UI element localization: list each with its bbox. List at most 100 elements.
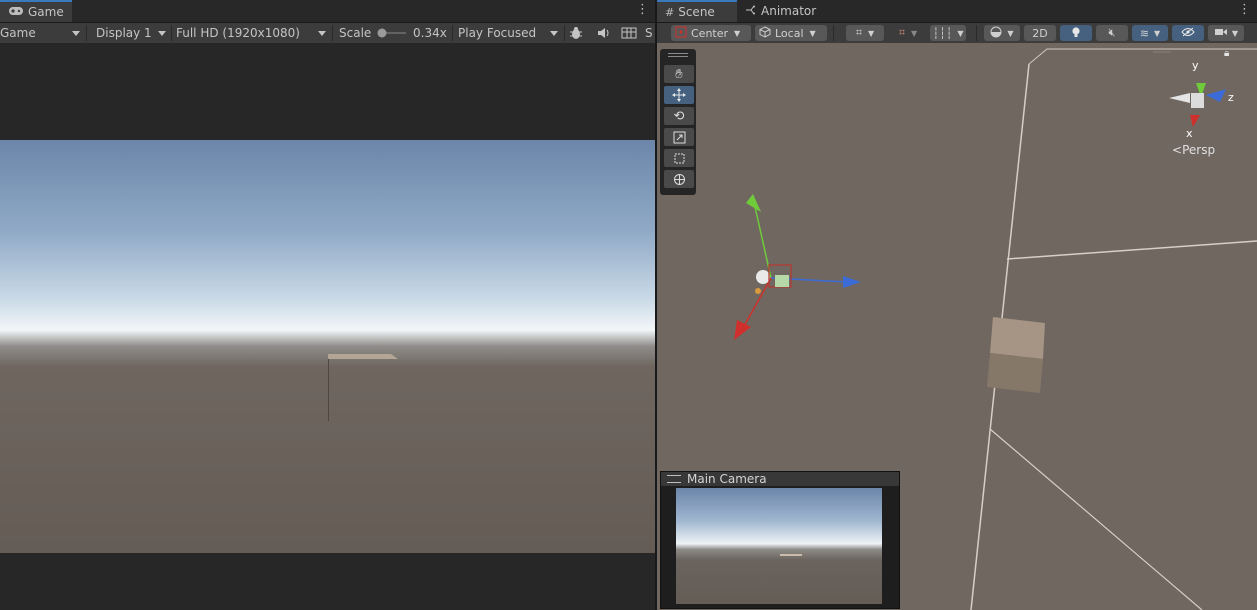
tab-animator[interactable]: Animator [737,0,824,22]
animator-icon [745,5,757,18]
shading-sphere-icon [990,26,1002,41]
camera-preview-render [676,488,882,604]
play-mode-dropdown[interactable]: Play Focused [454,23,562,43]
orient-neg-x-cone [1169,93,1190,103]
lock-icon[interactable]: 🔒︎ [1224,48,1229,59]
camera-preview-title: Main Camera [687,472,767,486]
increment-snap-dropdown[interactable]: ⌗ ▼ [889,25,927,41]
move-tool-icon[interactable] [664,86,694,104]
camera-gizmo [734,194,861,340]
scene-tab-bar: # Scene Animator ⋮ [657,0,1257,23]
space-label: Local [775,26,804,40]
orient-center-cube [1191,93,1204,108]
ruler-icon: ┆┆┆ [932,26,953,40]
audio-icon[interactable] [596,23,610,43]
scale-label: Scale [339,26,372,40]
scene-camera-dropdown[interactable]: ▼ [1208,25,1244,41]
tools-palette: ✋︎ ⟲ [660,49,696,195]
wireframe-edge-bottom [989,428,1203,610]
scene-more-menu-icon[interactable]: ⋮ [1238,3,1251,17]
pivot-label: Center [691,26,729,40]
orient-y-label: y [1192,59,1199,72]
perspective-icon: < [1172,143,1183,157]
scene-toolbar: Center ▼ Local ▼ ⌗ ▼ ⌗ ▼ ┆┆┆ ▼ ▼ 2D 🔇︎ ≋… [657,23,1257,44]
pivot-dropdown[interactable]: Center ▼ [671,25,751,41]
tab-scene-label: Scene [678,5,715,19]
effects-layers-icon: ≋ [1139,26,1150,40]
lightbulb-icon [1070,26,1082,41]
grid-snap-dropdown[interactable]: ⌗ ▼ [846,25,884,41]
game-tab-bar: Game ⋮ [0,0,655,23]
space-dropdown[interactable]: Local ▼ [755,25,827,41]
display-dropdown[interactable]: Display 1 [90,23,170,43]
gizmo-pivot-dot [755,288,761,294]
hand-tool-icon[interactable]: ✋︎ [664,65,694,83]
game-render [0,140,655,553]
effects-dropdown[interactable]: ≋ ▼ [1132,25,1168,41]
gamepad-icon [8,6,24,19]
wireframe-edge-right [1006,240,1257,260]
snap-settings-dropdown[interactable]: ┆┆┆ ▼ [930,25,966,41]
game-mode-dropdown[interactable]: Game [0,23,84,43]
scene-panel: # Scene Animator ⋮ Center ▼ Local ▼ ⌗ ▼ … [657,0,1257,610]
eye-slash-icon [1181,27,1195,40]
tab-scene[interactable]: # Scene [657,0,737,22]
local-cube-icon [759,25,771,41]
scene-view[interactable]: ✋︎ ⟲ y z x 🔒︎ <Persp Main Camera [657,43,1257,610]
orient-z-cone [1206,89,1226,102]
grid-snap-icon: ⌗ [855,26,863,39]
tab-game[interactable]: Game [0,0,72,22]
camera-preview-header[interactable]: Main Camera [661,472,899,486]
game-toolbar: Game Display 1 Full HD (1920x1080) Scale… [0,23,655,44]
pivot-center-icon [675,26,687,41]
camera-preview-box [780,554,802,556]
gizmo-z-arrow [843,276,861,288]
orientation-gizmo[interactable]: y z x 🔒︎ <Persp [1162,48,1242,167]
shading-mode-dropdown[interactable]: ▼ [984,25,1020,41]
tab-animator-label: Animator [761,4,817,18]
resolution-dropdown[interactable]: Full HD (1920x1080) [172,23,330,43]
bug-icon[interactable] [569,23,583,43]
scene-cube-face [990,317,1045,359]
gizmo-y-arrow [746,194,761,212]
rect-tool-icon[interactable] [664,149,694,167]
grid-icon: # [665,5,675,19]
keyboard-icon[interactable] [621,23,637,43]
display-label: Display 1 [96,26,152,40]
orient-z-label: z [1228,91,1234,104]
orient-x-label: x [1186,127,1193,140]
game-mode-label: Game [0,26,36,40]
camera-preview: Main Camera [660,471,900,609]
lighting-toggle[interactable] [1060,25,1092,41]
scale-value: 0.34x [413,26,447,40]
scene-cube-side [987,353,1043,393]
game-panel: Game ⋮ Game Display 1 Full HD (1920x1080… [0,0,655,610]
orient-x-cone [1190,115,1200,127]
scale-tool-icon[interactable] [664,128,694,146]
audio-toggle[interactable]: 🔇︎ [1096,25,1128,41]
gizmo-x-arrow [734,320,751,340]
transform-tool-icon[interactable] [664,170,694,188]
hidden-objects-toggle[interactable] [1172,25,1204,41]
game-box-top [328,354,398,359]
gizmo-y-axis [752,197,772,279]
camera-icon-circle [756,270,770,284]
mute-icon: 🔇︎ [1108,26,1116,39]
toolbar-overflow-text: S [645,26,653,40]
projection-label: Persp [1182,143,1216,157]
game-more-menu-icon[interactable]: ⋮ [636,3,649,17]
play-mode-label: Play Focused [458,26,537,40]
game-box-edge [328,359,329,421]
gizmo-plane-handle [775,275,789,287]
resolution-label: Full HD (1920x1080) [176,26,300,40]
projection-toggle[interactable]: <Persp [1172,143,1215,157]
camera-icon [1214,27,1228,40]
mode-2d-label: 2D [1032,26,1048,40]
game-view[interactable] [0,43,655,610]
scale-slider[interactable] [376,23,408,43]
tab-game-label: Game [28,5,64,19]
increment-snap-icon: ⌗ [898,26,906,39]
rotate-tool-icon[interactable]: ⟲ [664,107,694,125]
gizmo-x-axis [742,277,772,329]
mode-2d-button[interactable]: 2D [1024,25,1056,41]
